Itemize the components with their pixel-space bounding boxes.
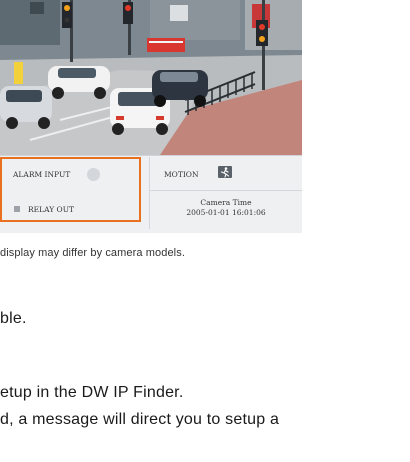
motion-label: MOTION [164,170,199,179]
relay-out-checkbox[interactable] [14,206,20,212]
alarm-input-label: ALARM INPUT [13,170,71,179]
camera-live-view [0,0,302,155]
body-text-line: ble. [0,310,27,327]
camera-web-viewer-screenshot: ALARM INPUT RELAY OUT MOTION Camera Time… [0,0,302,233]
panel-divider [149,157,150,229]
body-text-line: etup in the DW IP Finder. [0,384,184,401]
camera-time-value: 2005-01-01 16:01:06 [186,208,266,217]
camera-time-readout: Camera Time 2005-01-01 16:01:06 [150,198,302,218]
figure-caption: display may differ by camera models. [0,247,185,259]
street-scene-image [0,0,302,155]
camera-time-label: Camera Time [200,198,252,207]
alarm-input-indicator-icon [87,168,100,181]
running-person-icon [218,166,232,178]
body-text-line: d, a message will direct you to setup a [0,411,280,428]
relay-out-label: RELAY OUT [28,205,75,214]
panel-divider-horizontal [149,190,302,191]
